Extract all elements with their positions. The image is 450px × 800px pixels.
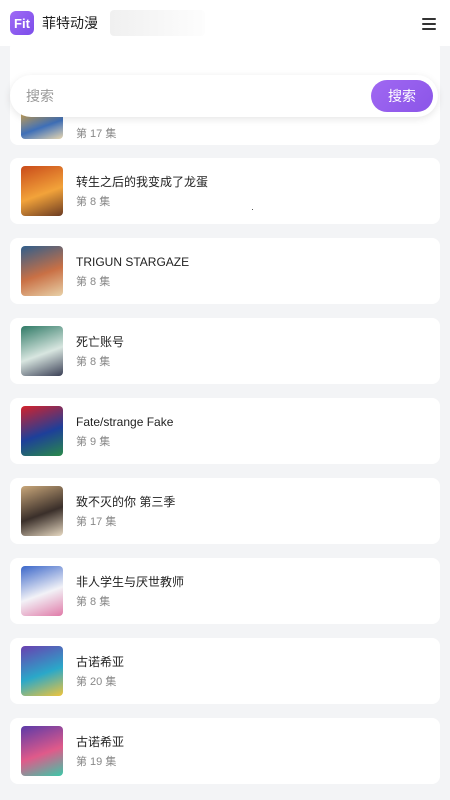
cover-thumbnail (21, 326, 63, 376)
anime-title: 转生之后的我变成了龙蛋 (76, 174, 209, 189)
episode-count: 第 8 集 (76, 195, 111, 208)
list-item[interactable]: TRIGUN STARGAZE 第 8 集 (10, 238, 440, 304)
item-meta: 古诺希亚 第 19 集 (76, 735, 124, 768)
episode-count: 第 17 集 (76, 127, 117, 140)
cover-thumbnail (21, 646, 63, 696)
list-item[interactable]: 死亡账号 第 8 集 (10, 318, 440, 384)
item-meta: 转生之后的我变成了龙蛋 第 8 集 (76, 175, 208, 208)
app-title: 菲特动漫 (42, 15, 98, 31)
list-item[interactable]: Fate/strange Fake 第 9 集 (10, 398, 440, 464)
anime-title: Fate/strange Fake (76, 414, 174, 429)
list-item[interactable]: 古诺希亚 第 19 集 (10, 718, 440, 784)
episode-count: 第 19 集 (76, 755, 117, 768)
item-meta: Fate/strange Fake 第 9 集 (76, 415, 173, 448)
item-meta: 非人学生与厌世教师 第 8 集 (76, 575, 184, 608)
anime-title: 死亡账号 (76, 334, 125, 349)
episode-count: 第 17 集 (76, 515, 117, 528)
episode-count: 第 9 集 (76, 435, 111, 448)
search-button[interactable]: 搜索 (371, 80, 433, 112)
item-meta: 死亡账号 第 8 集 (76, 335, 124, 368)
app-logo[interactable]: Fit (10, 11, 34, 35)
cover-thumbnail (21, 726, 63, 776)
cover-thumbnail (21, 486, 63, 536)
search-input[interactable] (10, 75, 371, 117)
anime-title: TRIGUN STARGAZE (76, 254, 190, 269)
episode-count: 第 20 集 (76, 675, 117, 688)
episode-count: 第 8 集 (76, 595, 111, 608)
decorative-dot (252, 209, 253, 210)
cover-thumbnail (21, 246, 63, 296)
anime-title: 致不灭的你 第三季 (76, 494, 176, 509)
episode-count: 第 8 集 (76, 275, 111, 288)
item-meta: 致不灭的你 第三季 第 17 集 (76, 495, 175, 528)
list-item[interactable]: 致不灭的你 第三季 第 17 集 (10, 478, 440, 544)
anime-title: 非人学生与厌世教师 (76, 574, 185, 589)
anime-title: 古诺希亚 (76, 734, 125, 749)
cover-thumbnail (21, 566, 63, 616)
item-meta: 古诺希亚 第 20 集 (76, 655, 124, 688)
episode-count: 第 8 集 (76, 355, 111, 368)
item-meta: 第 17 集 (76, 121, 116, 140)
item-meta: TRIGUN STARGAZE 第 8 集 (76, 255, 189, 288)
list-item[interactable]: 古诺希亚 第 20 集 (10, 638, 440, 704)
list-item[interactable]: 转生之后的我变成了龙蛋 第 8 集 (10, 158, 440, 224)
app-root: 第 17 集 转生之后的我变成了龙蛋 第 8 集 TRIGUN STARGAZE… (0, 0, 450, 800)
anime-title: 古诺希亚 (76, 654, 125, 669)
app-header: Fit 菲特动漫 (0, 0, 450, 46)
hamburger-menu-icon[interactable] (422, 16, 438, 30)
list-item[interactable]: 非人学生与厌世教师 第 8 集 (10, 558, 440, 624)
header-placeholder (110, 10, 205, 36)
cover-thumbnail (21, 406, 63, 456)
search-bar: 搜索 (10, 75, 438, 117)
cover-thumbnail (21, 166, 63, 216)
